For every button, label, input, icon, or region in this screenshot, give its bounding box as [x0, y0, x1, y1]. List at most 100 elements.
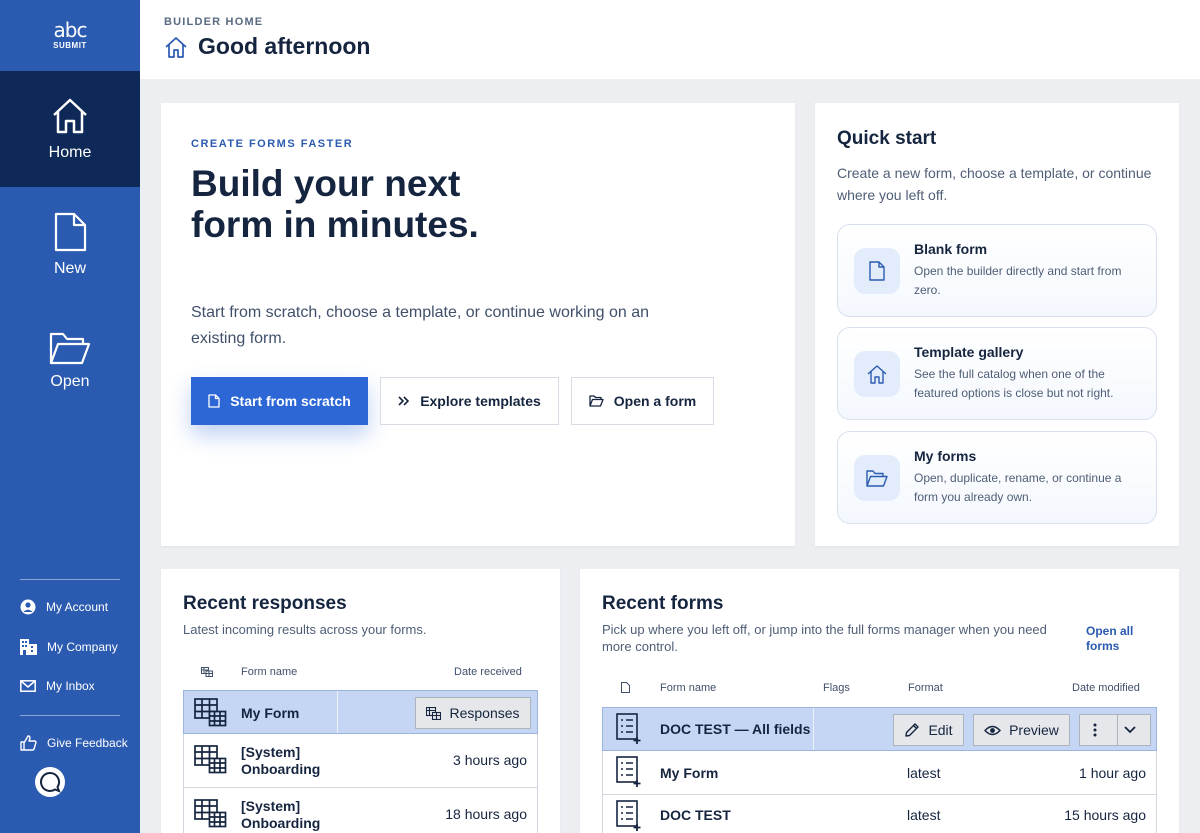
sidebar-divider	[20, 715, 120, 716]
quick-start-title: Quick start	[837, 128, 937, 149]
recent-forms-card: Recent forms Pick up where you left off,…	[580, 569, 1179, 833]
breadcrumb: BUILDER HOME	[164, 16, 264, 28]
sidebar-divider	[20, 579, 120, 580]
file-icon	[621, 682, 630, 693]
sidebar-item-inbox[interactable]: My Inbox	[20, 679, 95, 693]
response-form-name: [System] Onboarding	[241, 798, 321, 831]
column-header-format[interactable]: Format	[908, 682, 943, 694]
nav-open-label: Open	[50, 373, 90, 390]
table-icon	[426, 706, 442, 720]
double-chevron-right-icon	[398, 396, 410, 406]
column-header-form-name[interactable]: Form name	[241, 666, 297, 678]
recent-responses-card: Recent responses Latest incoming results…	[161, 569, 560, 833]
recent-forms-title: Recent forms	[602, 593, 724, 614]
company-icon	[20, 639, 37, 655]
responses-button[interactable]: Responses	[415, 697, 531, 729]
new-file-icon	[54, 212, 87, 252]
form-grid-icon	[194, 698, 227, 727]
hero-headline: Build your next form in minutes.	[191, 163, 479, 245]
home-icon	[53, 98, 87, 134]
hero-lead: Start from scratch, choose a template, o…	[191, 304, 650, 347]
quick-start-card: Quick start Create a new form, choose a …	[815, 103, 1179, 546]
sidebar-company-label: My Company	[47, 640, 118, 654]
quick-start-description: Create a new form, choose a template, or…	[837, 165, 1152, 203]
top-bar: BUILDER HOME Good afternoon	[140, 0, 1200, 79]
table-row[interactable]: My Form Responses	[183, 690, 538, 734]
quick-start-my-forms[interactable]: My forms Open, duplicate, rename, or con…	[837, 431, 1157, 524]
response-date: 18 hours ago	[445, 806, 527, 822]
column-header-date-received[interactable]: Date received	[454, 666, 522, 678]
sidebar-item-company[interactable]: My Company	[20, 639, 118, 655]
nav-new-label: New	[53, 260, 86, 277]
kebab-icon	[1093, 723, 1096, 737]
file-icon	[208, 394, 220, 408]
dropdown-button[interactable]	[1118, 715, 1150, 745]
form-name: My Form	[660, 765, 719, 781]
explore-templates-button[interactable]: Explore templates	[380, 377, 559, 425]
hero-card: CREATE FORMS FASTER Build your next form…	[161, 103, 795, 546]
quick-start-item-title: My forms	[914, 448, 977, 464]
table-row[interactable]: My Form latest 1 hour ago	[602, 751, 1157, 795]
logo[interactable]: abc SUBMIT	[0, 0, 140, 71]
responses-button-label: Responses	[449, 705, 520, 721]
quick-start-item-description: See the full catalog when one of the fea…	[914, 367, 1114, 400]
form-date-modified: 1 hour ago	[1079, 765, 1146, 781]
quick-start-item-title: Blank form	[914, 241, 988, 257]
quick-start-blank-form[interactable]: Blank form Open the builder directly and…	[837, 224, 1157, 317]
form-list-icon	[616, 713, 641, 744]
logo-subtitle: SUBMIT	[53, 41, 87, 50]
form-date-modified: 15 hours ago	[1064, 807, 1146, 823]
page-title-text: Good afternoon	[198, 33, 371, 59]
open-all-forms-link[interactable]: Open all forms	[1086, 624, 1156, 654]
column-header-date-modified[interactable]: Date modified	[1072, 682, 1140, 694]
column-header-flags[interactable]: Flags	[823, 682, 850, 694]
edit-button[interactable]: Edit	[893, 714, 964, 746]
form-name: DOC TEST	[660, 807, 731, 823]
table-icon	[201, 667, 213, 677]
account-icon	[20, 599, 36, 615]
pencil-icon	[905, 723, 920, 737]
sidebar-item-account[interactable]: My Account	[20, 599, 108, 615]
folder-open-icon	[854, 455, 900, 501]
open-form-button[interactable]: Open a form	[571, 377, 714, 425]
table-row[interactable]: DOC TEST — All fields Edit Preview	[602, 707, 1157, 751]
form-name: DOC TEST — All fields	[660, 721, 811, 737]
nav-open[interactable]: Open	[0, 303, 140, 419]
cell-divider	[813, 708, 814, 750]
sidebar: abc SUBMIT Home New Open My Account My C…	[0, 0, 140, 833]
nav-home-label: Home	[48, 144, 92, 161]
home-icon	[165, 36, 187, 58]
form-list-icon	[616, 800, 641, 831]
start-from-scratch-label: Start from scratch	[230, 393, 351, 409]
more-options-button[interactable]	[1080, 715, 1118, 745]
hero-eyebrow: CREATE FORMS FASTER	[191, 138, 354, 150]
logo-mark: abc	[53, 18, 88, 42]
column-header-form-name[interactable]: Form name	[660, 682, 716, 694]
recent-forms-description: Pick up where you left off, or jump into…	[602, 622, 1047, 654]
quick-start-template-gallery[interactable]: Template gallery See the full catalog wh…	[837, 327, 1157, 420]
thumbs-up-icon	[20, 735, 37, 751]
quick-start-item-description: Open, duplicate, rename, or continue a f…	[914, 471, 1122, 504]
edit-button-label: Edit	[928, 722, 953, 738]
more-actions-group	[1079, 714, 1151, 746]
quick-start-item-title: Template gallery	[914, 344, 1024, 360]
table-row[interactable]: DOC TEST latest 15 hours ago	[602, 795, 1157, 833]
nav-home[interactable]: Home	[0, 71, 140, 187]
table-row[interactable]: [System] Onboarding 18 hours ago	[183, 788, 538, 833]
quick-start-item-description: Open the builder directly and start from…	[914, 264, 1122, 297]
response-form-name: My Form	[241, 705, 300, 721]
chevron-down-icon	[1124, 726, 1136, 734]
recent-responses-description: Latest incoming results across your form…	[183, 622, 427, 637]
sidebar-feedback-label: Give Feedback	[47, 736, 128, 750]
start-from-scratch-button[interactable]: Start from scratch	[191, 377, 368, 425]
cell-divider	[337, 691, 338, 733]
form-grid-icon	[194, 799, 227, 828]
table-row[interactable]: [System] Onboarding 3 hours ago	[183, 734, 538, 788]
form-format: latest	[907, 807, 941, 823]
nav-new[interactable]: New	[0, 187, 140, 303]
preview-button[interactable]: Preview	[973, 714, 1070, 746]
sidebar-item-feedback[interactable]: Give Feedback	[20, 735, 128, 751]
chat-button[interactable]	[35, 767, 65, 797]
home-icon	[854, 351, 900, 397]
chat-icon	[40, 771, 61, 793]
